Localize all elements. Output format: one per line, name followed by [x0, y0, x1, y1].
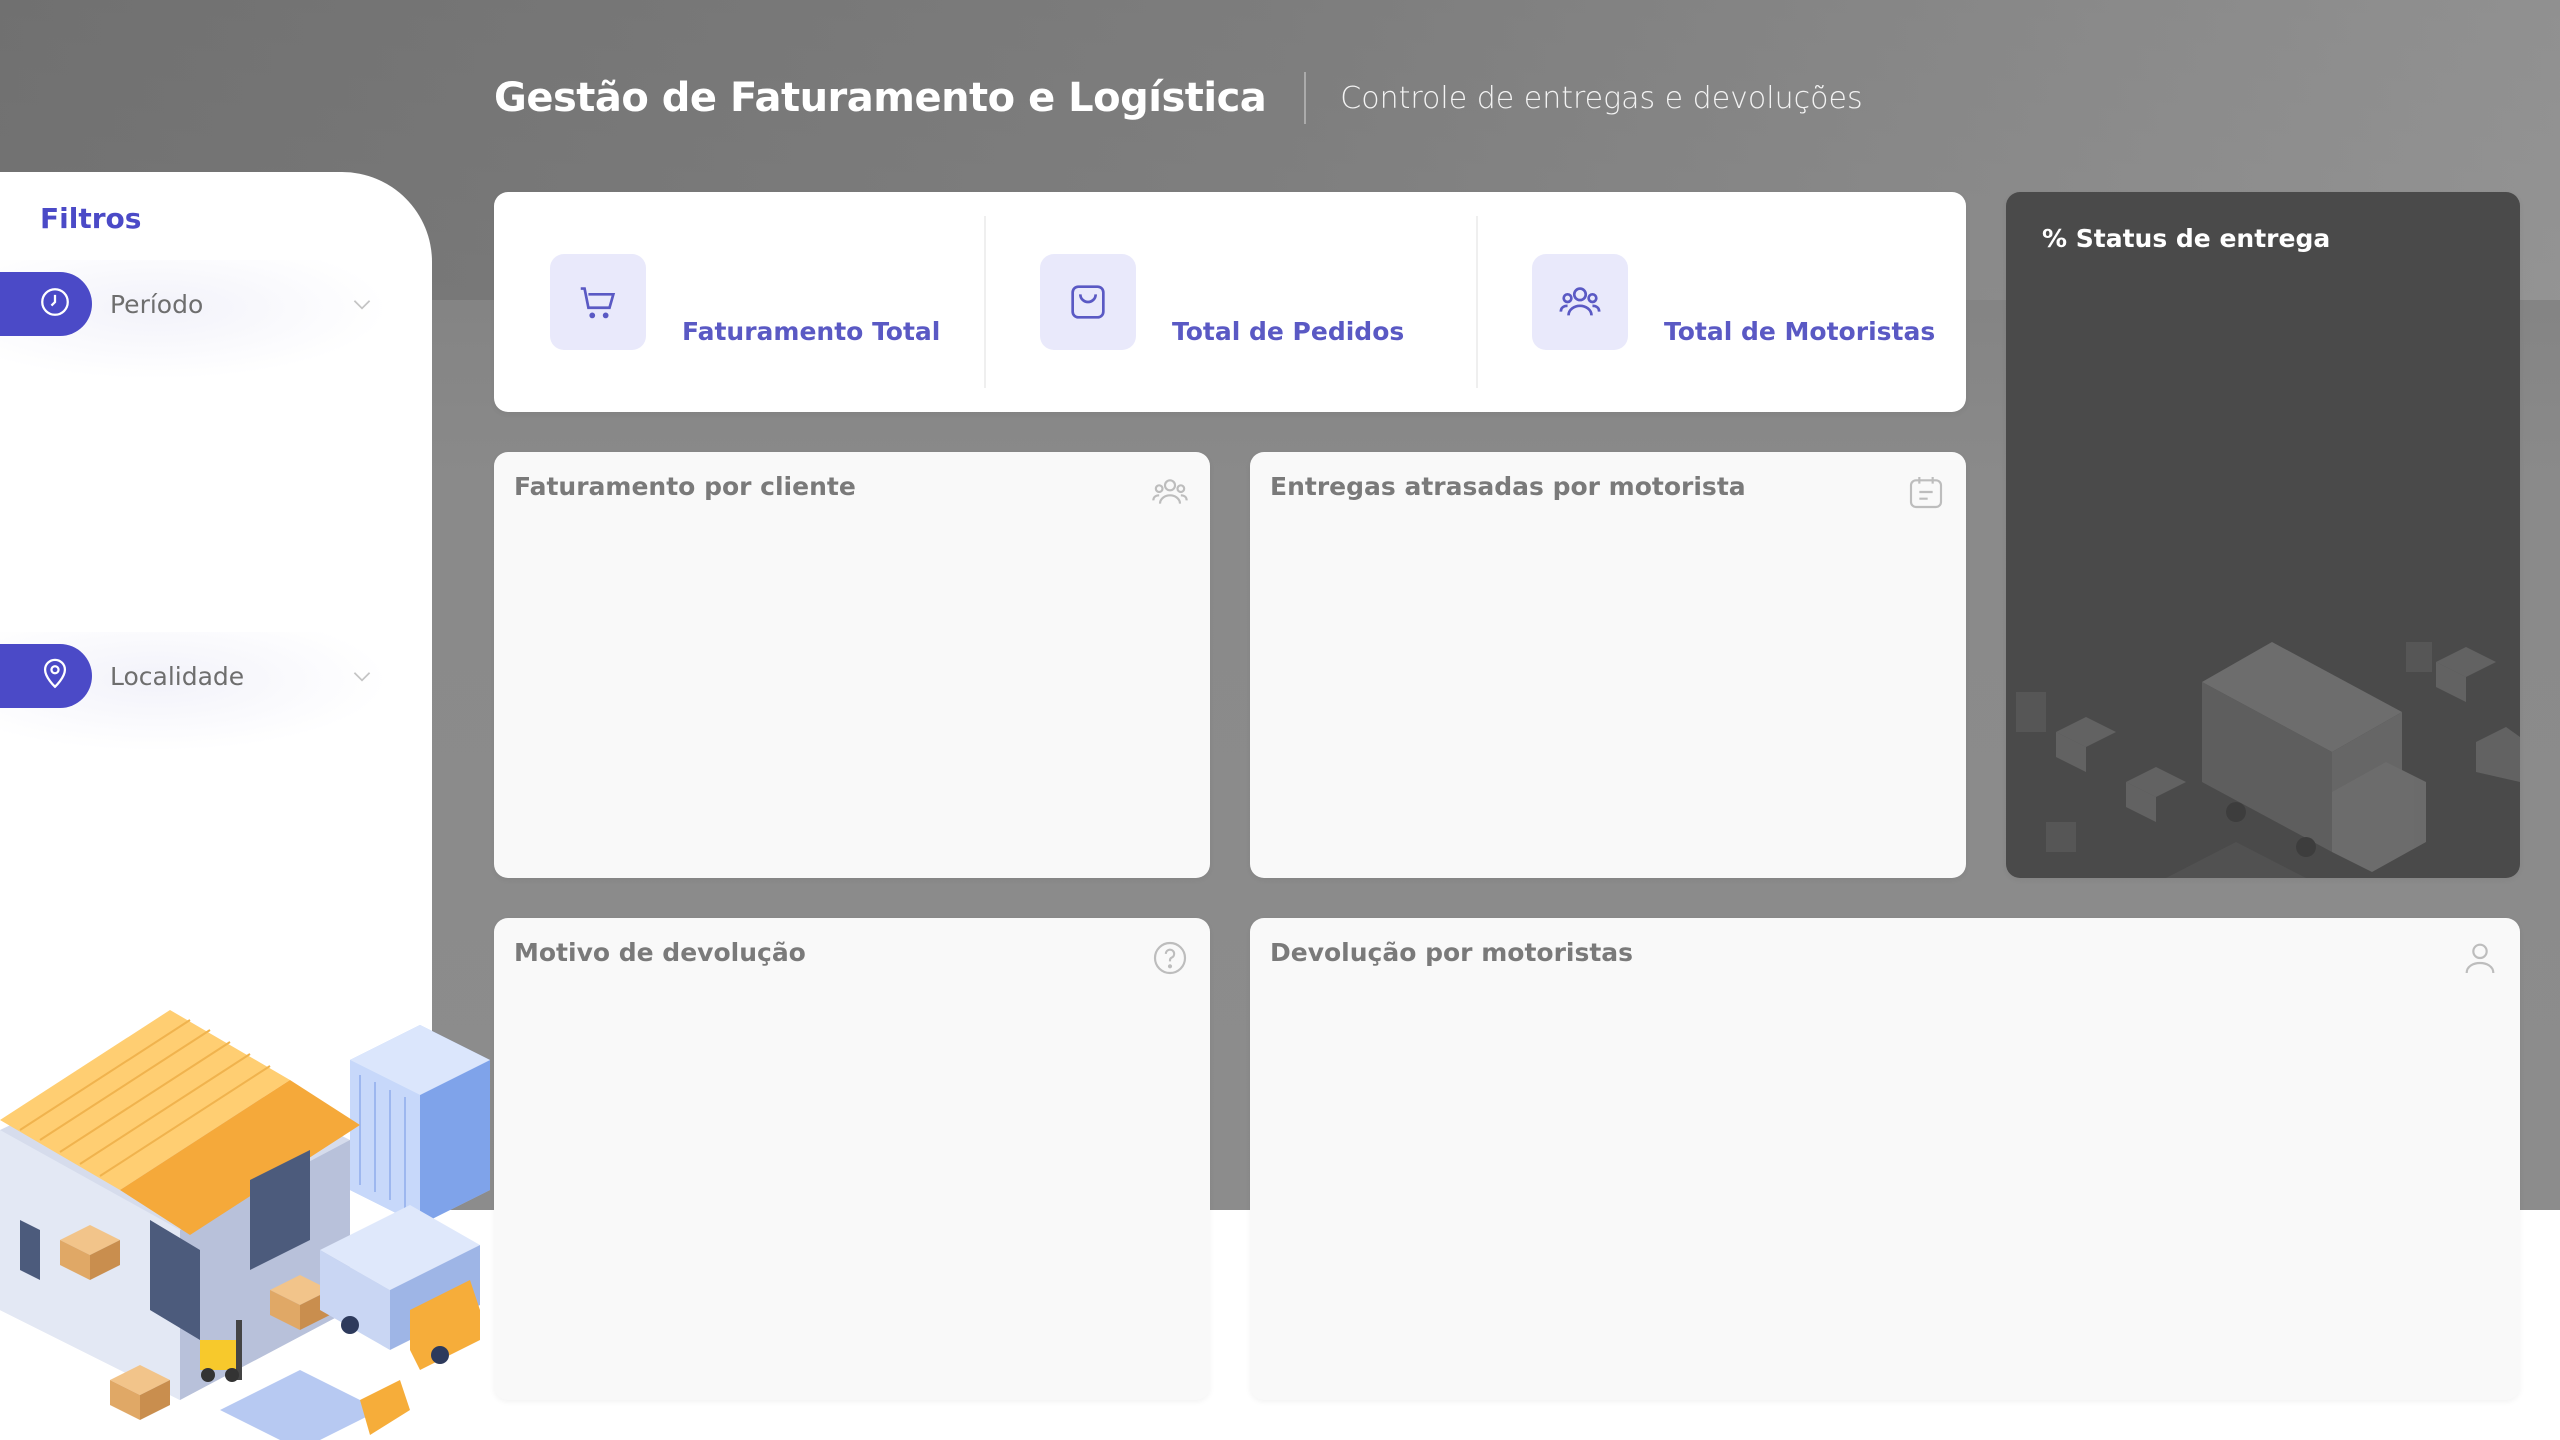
chevron-down-icon[interactable] — [344, 286, 380, 322]
motivo-devolucao-panel: Motivo de devolução — [494, 918, 1210, 1400]
filter-periodo-pill — [0, 272, 92, 336]
devolucao-motoristas-panel: Devolução por motoristas — [1250, 918, 2520, 1400]
filter-localidade[interactable]: Localidade — [0, 642, 390, 710]
filter-periodo[interactable]: Período — [0, 270, 390, 338]
filter-localidade-label: Localidade — [110, 661, 245, 691]
header-divider — [1304, 72, 1307, 124]
kpi-label: Total de Motoristas — [1664, 316, 1936, 346]
panel-title: Faturamento por cliente — [514, 472, 856, 501]
chevron-down-icon[interactable] — [344, 658, 380, 694]
page-title: Gestão de Faturamento e Logística — [494, 75, 1267, 121]
panel-title: Motivo de devolução — [514, 938, 806, 967]
panel-title: Entregas atrasadas por motorista — [1270, 472, 1746, 501]
faturamento-cliente-panel: Faturamento por cliente — [494, 452, 1210, 878]
location-pin-icon — [38, 657, 72, 695]
shopping-bag-icon — [1040, 254, 1136, 350]
warehouse-illustration — [0, 980, 500, 1440]
calendar-note-icon — [1904, 470, 1948, 514]
kpi-total-motoristas: Total de Motoristas — [1532, 192, 1935, 412]
question-icon — [1148, 936, 1192, 980]
panel-title: Devolução por motoristas — [1270, 938, 1634, 967]
kpi-divider — [1476, 216, 1478, 388]
user-icon — [2458, 936, 2502, 980]
cart-icon — [550, 254, 646, 350]
filters-title: Filtros — [40, 202, 142, 235]
kpi-label: Faturamento Total — [682, 316, 941, 346]
status-entrega-title: % Status de entrega — [2042, 224, 2331, 253]
users-icon — [1148, 470, 1192, 514]
page-subtitle: Controle de entregas e devoluções — [1340, 80, 1863, 116]
kpi-divider — [984, 216, 986, 388]
entregas-atrasadas-panel: Entregas atrasadas por motorista — [1250, 452, 1966, 878]
truck-illustration — [2006, 622, 2520, 878]
kpi-card: Faturamento Total Total de Pedidos Total… — [494, 192, 1966, 412]
page-header: Gestão de Faturamento e Logística Contro… — [494, 66, 1863, 130]
users-icon — [1532, 254, 1628, 350]
kpi-faturamento-total: Faturamento Total — [550, 192, 940, 412]
clock-icon — [38, 285, 72, 323]
filter-periodo-label: Período — [110, 289, 204, 319]
kpi-label: Total de Pedidos — [1172, 316, 1405, 346]
kpi-total-pedidos: Total de Pedidos — [1040, 192, 1404, 412]
filter-localidade-pill — [0, 644, 92, 708]
status-entrega-card: % Status de entrega — [2006, 192, 2520, 878]
